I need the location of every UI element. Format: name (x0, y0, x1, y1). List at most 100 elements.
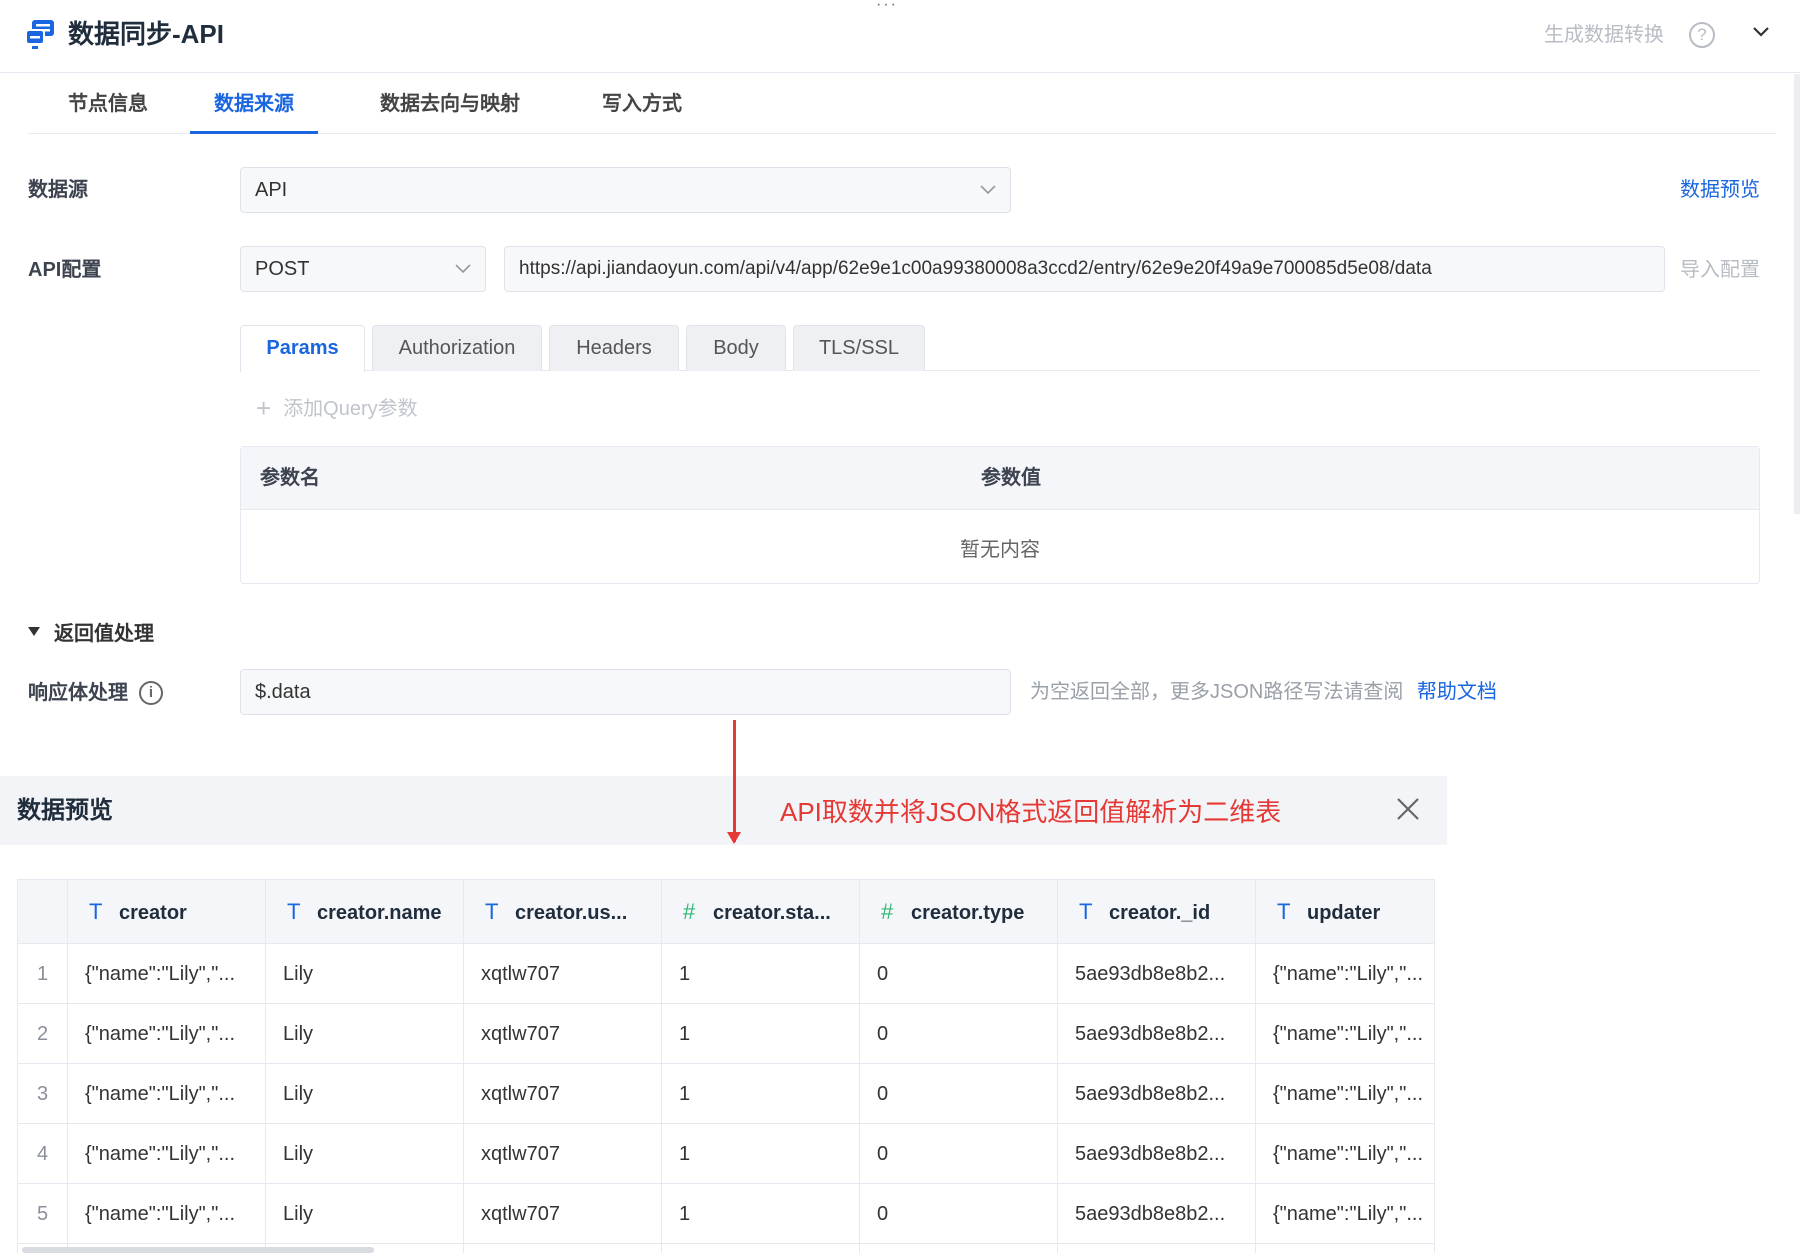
title-bar: 数据同步-API ··· 生成数据转换 ? (0, 0, 1800, 73)
column-header[interactable]: Tupdater (1277, 880, 1434, 944)
chevron-down-icon (455, 264, 471, 274)
table-cell: 5ae93db8e8b2... (1075, 1023, 1226, 1045)
table-cell: xqtlw707 (481, 1203, 560, 1225)
row-number: 3 (36, 1083, 49, 1105)
table-cell: 0 (877, 1023, 889, 1045)
generate-conversion-button[interactable]: 生成数据转换 (1544, 20, 1664, 50)
horizontal-scrollbar[interactable] (22, 1247, 374, 1253)
response-body-label: 响应体处理 (28, 682, 128, 704)
tab-params[interactable]: Params (240, 325, 365, 372)
datasource-select[interactable]: API (240, 167, 1011, 213)
vertical-scrollbar[interactable] (1794, 74, 1800, 514)
table-row[interactable]: 4 {"name":"Lily","... Lily xqtlw707 1 0 5ae93d… (18, 1124, 1434, 1184)
column-divider[interactable] (67, 880, 68, 1253)
annotation-arrow-head-front (727, 832, 741, 844)
help-icon[interactable]: ? (1689, 22, 1715, 48)
import-config-link[interactable]: 导入配置 (1680, 256, 1760, 284)
table-row[interactable]: 3 {"name":"Lily","... Lily xqtlw707 1 0 5ae93d… (18, 1064, 1434, 1124)
text-type-icon: T (1079, 899, 1093, 924)
table-row[interactable]: 1 {"name":"Lily","... Lily xqtlw707 1 0 5ae93d… (18, 944, 1434, 1004)
column-header[interactable]: # creator.type (881, 880, 1053, 944)
row-number: 5 (36, 1203, 49, 1225)
table-cell: {"name":"Lily","... (1273, 1203, 1423, 1225)
tab-write-mode[interactable]: 写入方式 (594, 90, 690, 134)
more-handle[interactable]: ··· (876, 0, 898, 13)
caret-down-icon (28, 627, 40, 637)
column-header[interactable]: Tcreator.name (287, 880, 459, 944)
chevron-down-icon (980, 185, 996, 195)
text-type-icon: T (287, 899, 301, 924)
table-cell: 1 (679, 1083, 691, 1105)
tab-tls-ssl[interactable]: TLS/SSL (793, 325, 925, 371)
text-type-icon: T (485, 899, 499, 924)
column-divider[interactable] (859, 880, 860, 1253)
column-divider[interactable] (661, 880, 662, 1253)
preview-table-header: Tcreator Tcreator.name Tcreator.us... # crea… (18, 880, 1434, 944)
help-doc-link[interactable]: 帮助文档 (1417, 681, 1497, 703)
tab-data-destination-mapping[interactable]: 数据去向与映射 (375, 90, 525, 134)
column-header-label: creator.sta... (713, 902, 831, 924)
table-cell: Lily (283, 1143, 314, 1165)
datasource-value: API (255, 179, 288, 201)
chevron-down-icon[interactable] (1752, 26, 1770, 38)
table-row[interactable]: 2 {"name":"Lily","... Lily xqtlw707 1 0 5ae93d… (18, 1004, 1434, 1064)
column-divider[interactable] (265, 880, 266, 1253)
close-icon[interactable] (1395, 796, 1421, 822)
table-cell: xqtlw707 (481, 1023, 560, 1045)
http-method-select[interactable]: POST (240, 246, 486, 292)
column-divider[interactable] (463, 880, 464, 1253)
table-cell: {"name":"Lily","... (85, 1023, 235, 1045)
params-table: 参数名 参数值 暂无内容 (240, 446, 1760, 584)
table-cell: xqtlw707 (481, 1083, 560, 1105)
column-divider[interactable] (1057, 880, 1058, 1253)
column-header[interactable]: # creator.sta... (683, 880, 855, 944)
tab-authorization[interactable]: Authorization (372, 325, 542, 371)
column-divider[interactable] (1255, 880, 1256, 1253)
api-url-input[interactable]: https://api.jiandaoyun.com/api/v4/app/62… (504, 246, 1665, 292)
table-cell: xqtlw707 (481, 963, 560, 985)
table-cell: 5ae93db8e8b2... (1075, 1083, 1226, 1105)
table-cell: 0 (877, 1203, 889, 1225)
column-header-label: creator.type (911, 902, 1025, 924)
tab-headers[interactable]: Headers (549, 325, 679, 371)
column-header[interactable]: Tcreator._id (1079, 880, 1251, 944)
column-header[interactable]: Tcreator (89, 880, 261, 944)
table-cell: {"name":"Lily","... (85, 1083, 235, 1105)
table-cell: 5ae93db8e8b2... (1075, 1203, 1226, 1225)
params-table-header: 参数名 参数值 (241, 447, 1759, 510)
table-cell: {"name":"Lily","... (85, 963, 235, 985)
preview-table: Tcreator Tcreator.name Tcreator.us... # crea… (17, 879, 1435, 1253)
table-cell: 0 (877, 1083, 889, 1105)
table-cell: 5ae93db8e8b2... (1075, 1143, 1226, 1165)
number-type-icon: # (881, 899, 894, 924)
preview-title: 数据预览 (17, 797, 113, 824)
table-cell: {"name":"Lily","... (1273, 1023, 1423, 1045)
json-path-input[interactable]: $.data (240, 669, 1011, 715)
column-header-label: creator.us... (515, 902, 628, 924)
tab-node-info[interactable]: 节点信息 (53, 90, 163, 134)
table-cell: {"name":"Lily","... (1273, 1083, 1423, 1105)
response-section-title: 返回值处理 (54, 623, 154, 645)
column-header[interactable]: Tcreator.us... (485, 880, 657, 944)
table-row[interactable]: 5 {"name":"Lily","... Lily xqtlw707 1 0 5ae93d… (18, 1184, 1434, 1244)
annotation-arrow-line-front (733, 720, 736, 842)
add-query-label: 添加Query参数 (283, 398, 418, 420)
request-tabs: Params Authorization Headers Body TLS/SS… (240, 323, 1760, 372)
info-icon[interactable]: i (139, 681, 163, 705)
response-section-toggle[interactable]: 返回值处理 (28, 620, 154, 648)
data-preview-link[interactable]: 数据预览 (1680, 176, 1760, 204)
number-type-icon: # (683, 899, 696, 924)
tab-body[interactable]: Body (686, 325, 786, 371)
table-cell: {"name":"Lily","... (1273, 1143, 1423, 1165)
add-query-param-button[interactable]: + 添加Query参数 (256, 392, 418, 423)
hint-text: 为空返回全部，更多JSON路径写法请查阅 (1030, 681, 1404, 703)
http-method-value: POST (255, 258, 310, 280)
table-cell: xqtlw707 (481, 1143, 560, 1165)
plus-icon: + (256, 393, 272, 423)
annotation-text: API取数并将JSON格式返回值解析为二维表 (780, 797, 1282, 827)
column-header-label: creator (119, 902, 187, 924)
node-tabs: 节点信息 数据来源 数据去向与映射 写入方式 (28, 74, 1776, 134)
table-cell: 0 (877, 1143, 889, 1165)
tab-data-source[interactable]: 数据来源 (190, 90, 318, 134)
table-cell: 1 (679, 1143, 691, 1165)
